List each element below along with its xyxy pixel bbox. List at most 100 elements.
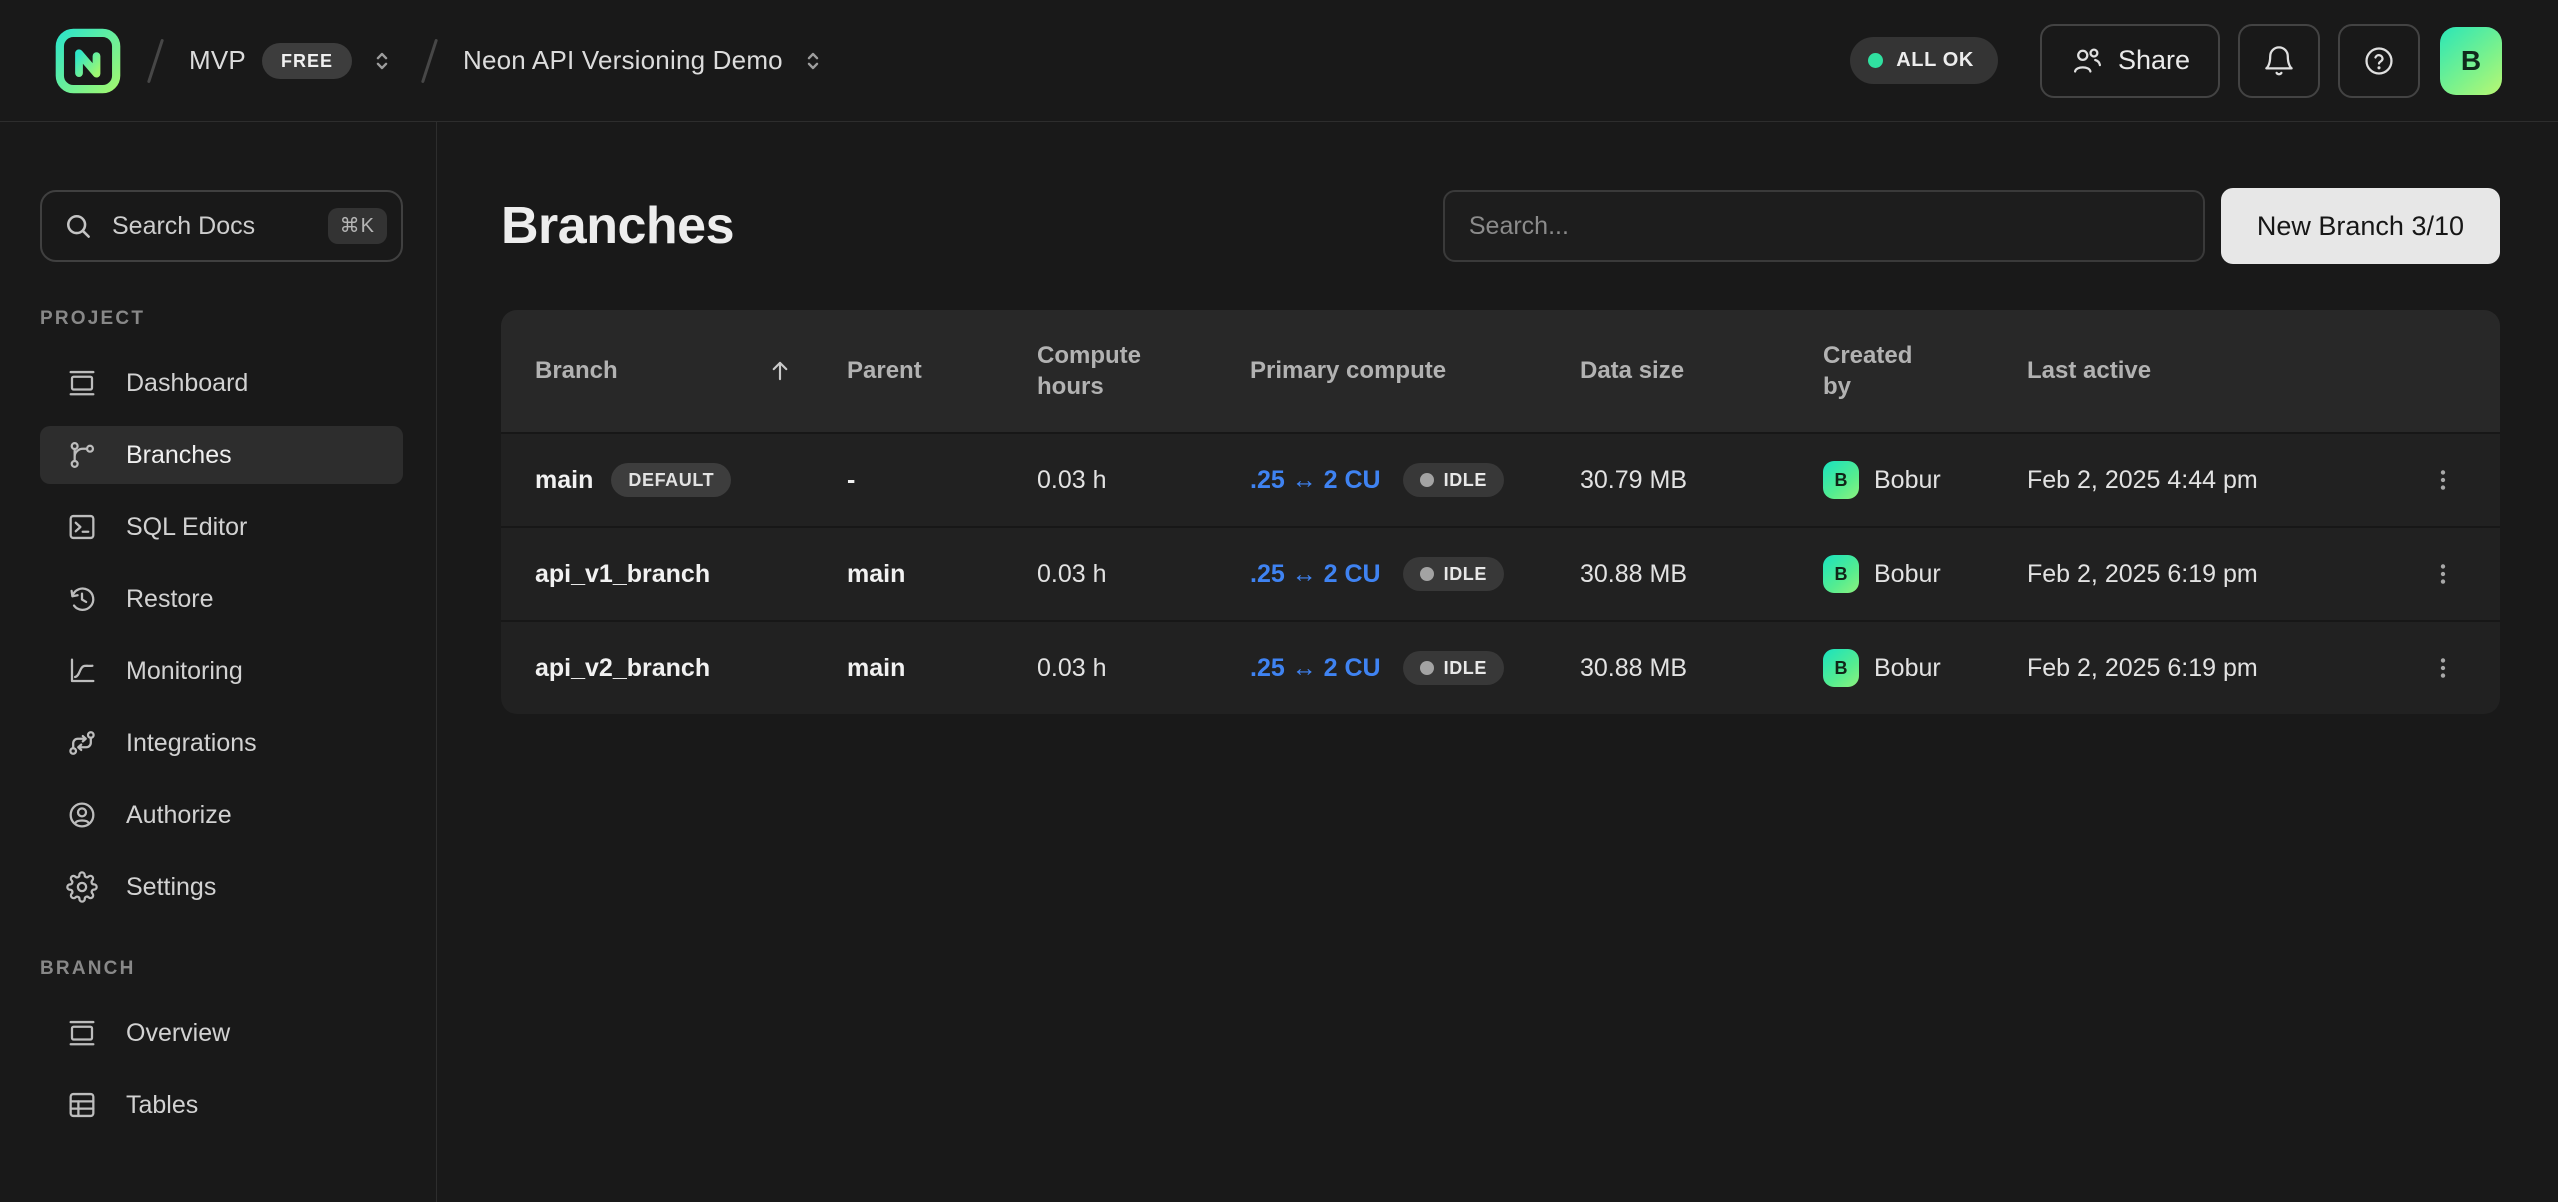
sql-editor-icon: [66, 511, 98, 543]
created-by-name: Bobur: [1874, 654, 1941, 683]
branch-search-input[interactable]: [1443, 190, 2205, 262]
compute-status-badge: IDLE: [1403, 463, 1504, 497]
sidebar-item-branches[interactable]: Branches: [40, 426, 403, 484]
notifications-button[interactable]: [2238, 24, 2320, 98]
branch-name: api_v1_branch: [535, 560, 710, 589]
project-switcher[interactable]: Neon API Versioning Demo: [463, 45, 827, 76]
table-header: Branch Parent Compute hours Primary comp…: [501, 310, 2500, 432]
compute-size-link[interactable]: .25 ↔ 2 CU: [1250, 654, 1381, 683]
column-header-branch[interactable]: Branch: [535, 355, 847, 386]
table-row[interactable]: api_v2_branch main 0.03 h .25 ↔ 2 CU IDL…: [501, 620, 2500, 714]
nav-section-label-branch: BRANCH: [40, 958, 403, 980]
created-by-avatar: B: [1823, 461, 1859, 499]
topbar: MVP FREE Neon API Versioning Demo ALL OK…: [0, 0, 2558, 122]
parent-cell: main: [847, 654, 1037, 683]
created-by-name: Bobur: [1874, 466, 1941, 495]
compute-size-link[interactable]: .25 ↔ 2 CU: [1250, 560, 1381, 589]
chevron-up-down-icon: [368, 47, 396, 75]
integrations-icon: [66, 727, 98, 759]
project-name: Neon API Versioning Demo: [463, 45, 783, 76]
page-title: Branches: [501, 196, 734, 256]
idle-dot: [1420, 473, 1434, 487]
sidebar-item-label: Restore: [126, 585, 214, 614]
sidebar: Search Docs ⌘K PROJECT Dashboard Branche…: [0, 122, 437, 1202]
branch-cell: api_v1_branch: [535, 560, 847, 589]
status-label: ALL OK: [1896, 49, 1974, 72]
row-menu-button[interactable]: [2420, 551, 2466, 597]
kebab-icon: [2430, 467, 2456, 493]
dashboard-icon: [66, 367, 98, 399]
sidebar-item-label: Dashboard: [126, 369, 248, 398]
column-header-compute-hours: Compute hours: [1037, 340, 1250, 402]
branches-table: Branch Parent Compute hours Primary comp…: [501, 310, 2500, 714]
column-header-created-by: Created by: [1823, 340, 2027, 402]
sidebar-item-label: Authorize: [126, 801, 232, 830]
neon-logo[interactable]: [54, 25, 122, 97]
branch-name: main: [535, 466, 593, 495]
search-icon: [62, 210, 94, 242]
org-switcher[interactable]: MVP FREE: [189, 43, 396, 79]
created-by-cell: B Bobur: [1823, 555, 2027, 593]
last-active-cell: Feb 2, 2025 6:19 pm: [2027, 654, 2420, 683]
created-by-cell: B Bobur: [1823, 461, 2027, 499]
compute-hours-cell: 0.03 h: [1037, 466, 1250, 495]
sidebar-item-tables[interactable]: Tables: [40, 1076, 403, 1134]
branch-name: api_v2_branch: [535, 654, 710, 683]
compute-status-badge: IDLE: [1403, 651, 1504, 685]
tables-icon: [66, 1089, 98, 1121]
users-icon: [2070, 44, 2104, 78]
compute-hours-cell: 0.03 h: [1037, 560, 1250, 589]
row-menu-button[interactable]: [2420, 457, 2466, 503]
docs-search[interactable]: Search Docs ⌘K: [40, 190, 403, 262]
sidebar-item-integrations[interactable]: Integrations: [40, 714, 403, 772]
system-status-pill[interactable]: ALL OK: [1850, 37, 1998, 84]
sidebar-item-label: Tables: [126, 1091, 198, 1120]
compute-size-link[interactable]: .25 ↔ 2 CU: [1250, 466, 1381, 495]
help-icon: [2362, 44, 2396, 78]
sidebar-item-dashboard[interactable]: Dashboard: [40, 354, 403, 412]
sidebar-item-sql-editor[interactable]: SQL Editor: [40, 498, 403, 556]
main-content: Branches New Branch 3/10 Branch Parent C…: [437, 122, 2558, 1202]
table-row[interactable]: main DEFAULT - 0.03 h .25 ↔ 2 CU IDLE 30…: [501, 432, 2500, 526]
docs-search-label: Search Docs: [112, 212, 310, 241]
parent-cell: -: [847, 466, 1037, 495]
idle-dot: [1420, 567, 1434, 581]
primary-compute-cell: .25 ↔ 2 CU IDLE: [1250, 651, 1580, 685]
sidebar-item-label: Branches: [126, 441, 232, 470]
compute-hours-cell: 0.03 h: [1037, 654, 1250, 683]
sidebar-item-label: Settings: [126, 873, 216, 902]
chevron-up-down-icon: [799, 47, 827, 75]
user-avatar[interactable]: B: [2440, 27, 2502, 95]
data-size-cell: 30.88 MB: [1580, 654, 1823, 683]
sidebar-item-restore[interactable]: Restore: [40, 570, 403, 628]
sidebar-item-label: Integrations: [126, 729, 257, 758]
shortcut-badge: ⌘K: [328, 208, 387, 244]
sort-ascending-icon[interactable]: [767, 358, 793, 384]
row-menu-button[interactable]: [2420, 645, 2466, 691]
sidebar-item-overview[interactable]: Overview: [40, 1004, 403, 1062]
breadcrumb-separator: [421, 38, 438, 83]
sidebar-item-authorize[interactable]: Authorize: [40, 786, 403, 844]
new-branch-button[interactable]: New Branch 3/10: [2221, 188, 2500, 264]
created-by-avatar: B: [1823, 555, 1859, 593]
bell-icon: [2262, 44, 2296, 78]
sidebar-item-monitoring[interactable]: Monitoring: [40, 642, 403, 700]
sidebar-item-label: SQL Editor: [126, 513, 247, 542]
share-label: Share: [2118, 45, 2190, 76]
share-button[interactable]: Share: [2040, 24, 2220, 98]
created-by-avatar: B: [1823, 649, 1859, 687]
breadcrumb-separator: [147, 38, 164, 83]
plan-badge: FREE: [262, 43, 352, 79]
sidebar-item-settings[interactable]: Settings: [40, 858, 403, 916]
restore-icon: [66, 583, 98, 615]
help-button[interactable]: [2338, 24, 2420, 98]
sidebar-item-label: Monitoring: [126, 657, 243, 686]
monitoring-icon: [66, 655, 98, 687]
table-row[interactable]: api_v1_branch main 0.03 h .25 ↔ 2 CU IDL…: [501, 526, 2500, 620]
primary-compute-cell: .25 ↔ 2 CU IDLE: [1250, 463, 1580, 497]
org-name: MVP: [189, 45, 246, 76]
branch-cell: main DEFAULT: [535, 463, 847, 497]
last-active-cell: Feb 2, 2025 4:44 pm: [2027, 466, 2420, 495]
created-by-name: Bobur: [1874, 560, 1941, 589]
authorize-icon: [66, 799, 98, 831]
